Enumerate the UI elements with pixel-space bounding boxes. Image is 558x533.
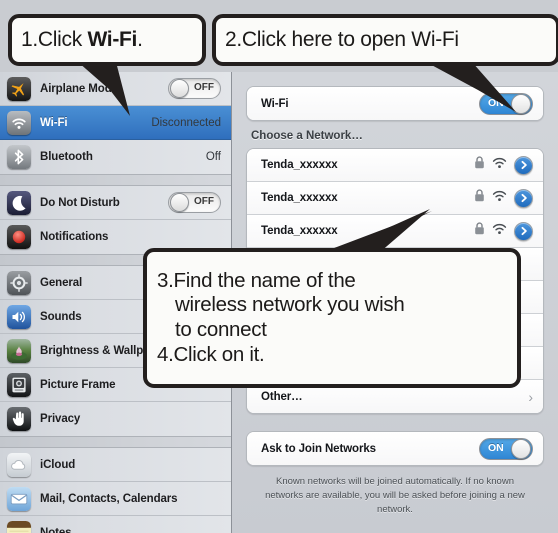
sidebar-item-label: Privacy	[40, 413, 81, 425]
callout-3-line-1: 3.Find the name of the	[157, 268, 356, 292]
sidebar-item-label: iCloud	[40, 458, 76, 471]
callout-1-text: 1.Click Wi-Fi.	[21, 28, 143, 52]
sidebar-item-label: Wi-Fi	[40, 116, 68, 129]
sidebar-item-label: Sounds	[40, 310, 82, 323]
callout-3-text: 3.Find the name of the wireless network …	[147, 269, 414, 367]
picture-frame-icon	[7, 372, 31, 397]
icloud-icon	[7, 452, 31, 477]
network-info-button[interactable]	[514, 188, 533, 208]
toggle-state-label: ON	[488, 441, 504, 454]
ask-to-join-footnote: Known networks will be joined automatica…	[265, 476, 525, 515]
bluetooth-icon	[7, 145, 31, 169]
network-info-button[interactable]	[514, 155, 533, 175]
wifi-signal-icon	[492, 189, 507, 207]
sidebar-item-label: Notifications	[40, 231, 109, 243]
speaker-icon	[7, 304, 31, 329]
lock-icon	[474, 222, 485, 240]
sidebar-item-do-not-disturb[interactable]: Do Not Disturb OFF	[0, 186, 231, 220]
sidebar-item-privacy[interactable]: Privacy	[0, 402, 231, 436]
network-row[interactable]: Tenda_xxxxxx	[247, 149, 543, 182]
callout-2-tail	[426, 62, 516, 112]
sidebar-item-label: Do Not Disturb	[40, 196, 120, 209]
ask-to-join-card: Ask to Join Networks ON	[246, 431, 544, 466]
sidebar-group-divider	[0, 436, 231, 448]
network-row-indicators	[474, 188, 533, 208]
sidebar-group-apps: iCloud Mail, Contacts, Calendars Notes	[0, 448, 231, 533]
brightness-icon	[7, 338, 31, 363]
ask-to-join-toggle[interactable]: ON	[479, 437, 533, 460]
moon-icon	[7, 190, 31, 215]
mail-icon	[7, 486, 31, 511]
callout-2: 2.Click here to open Wi-Fi	[212, 14, 558, 66]
sidebar-item-mail-contacts-calendars[interactable]: Mail, Contacts, Calendars	[0, 482, 231, 516]
wifi-signal-icon	[492, 222, 507, 240]
network-ssid: Tenda_xxxxxx	[261, 192, 338, 204]
sidebar-item-notes[interactable]: Notes	[0, 516, 231, 533]
callout-1: 1.Click Wi-Fi.	[8, 14, 206, 66]
other-row-label: Other…	[261, 390, 303, 403]
sidebar-item-label: Picture Frame	[40, 378, 116, 391]
wifi-signal-icon	[492, 156, 507, 174]
toggle-knob	[511, 438, 531, 459]
sidebar-group-alerts: Do Not Disturb OFF Notifications	[0, 186, 231, 254]
privacy-hand-icon	[7, 407, 31, 431]
ask-to-join-label: Ask to Join Networks	[261, 442, 376, 455]
notes-icon	[7, 520, 31, 533]
callout-3-line-4: 4.Click on it.	[157, 342, 265, 366]
lock-icon	[474, 189, 485, 207]
ask-to-join-row: Ask to Join Networks ON	[247, 432, 543, 465]
airplane-icon	[7, 76, 31, 101]
sidebar-item-label: Mail, Contacts, Calendars	[40, 492, 178, 505]
chevron-right-icon: ›	[528, 388, 533, 405]
wifi-row-label: Wi-Fi	[261, 97, 289, 110]
settings-screen: Airplane Mode OFF Wi-Fi Disconnected Blu…	[0, 0, 558, 533]
lock-icon	[474, 156, 485, 174]
sidebar-item-label: Notes	[40, 526, 72, 533]
network-info-button[interactable]	[514, 221, 533, 241]
sidebar-item-label: General	[40, 276, 83, 289]
sidebar-group-divider	[0, 174, 231, 186]
callout-3: 3.Find the name of the wireless network …	[143, 248, 521, 388]
network-row-indicators	[474, 155, 533, 175]
toggle-state-label: OFF	[194, 82, 214, 93]
notifications-icon	[7, 225, 31, 249]
callout-2-text: 2.Click here to open Wi-Fi	[225, 28, 459, 52]
sidebar-item-label: Bluetooth	[40, 151, 93, 163]
callout-3-line-2: wireless network you wish	[175, 293, 405, 317]
network-row-indicators	[474, 221, 533, 241]
gear-icon	[7, 270, 31, 295]
toggle-state-label: OFF	[194, 196, 214, 207]
bluetooth-status-value: Off	[205, 151, 221, 163]
callout-3-line-3: to connect	[175, 318, 267, 341]
callout-1-tail	[78, 62, 130, 116]
do-not-disturb-toggle[interactable]: OFF	[168, 192, 221, 213]
toggle-knob	[170, 193, 189, 212]
wifi-icon	[7, 110, 31, 135]
network-ssid: Tenda_xxxxxx	[261, 159, 338, 171]
sidebar-item-icloud[interactable]: iCloud	[0, 448, 231, 482]
sidebar-item-bluetooth[interactable]: Bluetooth Off	[0, 140, 231, 174]
choose-network-header: Choose a Network…	[251, 130, 363, 142]
